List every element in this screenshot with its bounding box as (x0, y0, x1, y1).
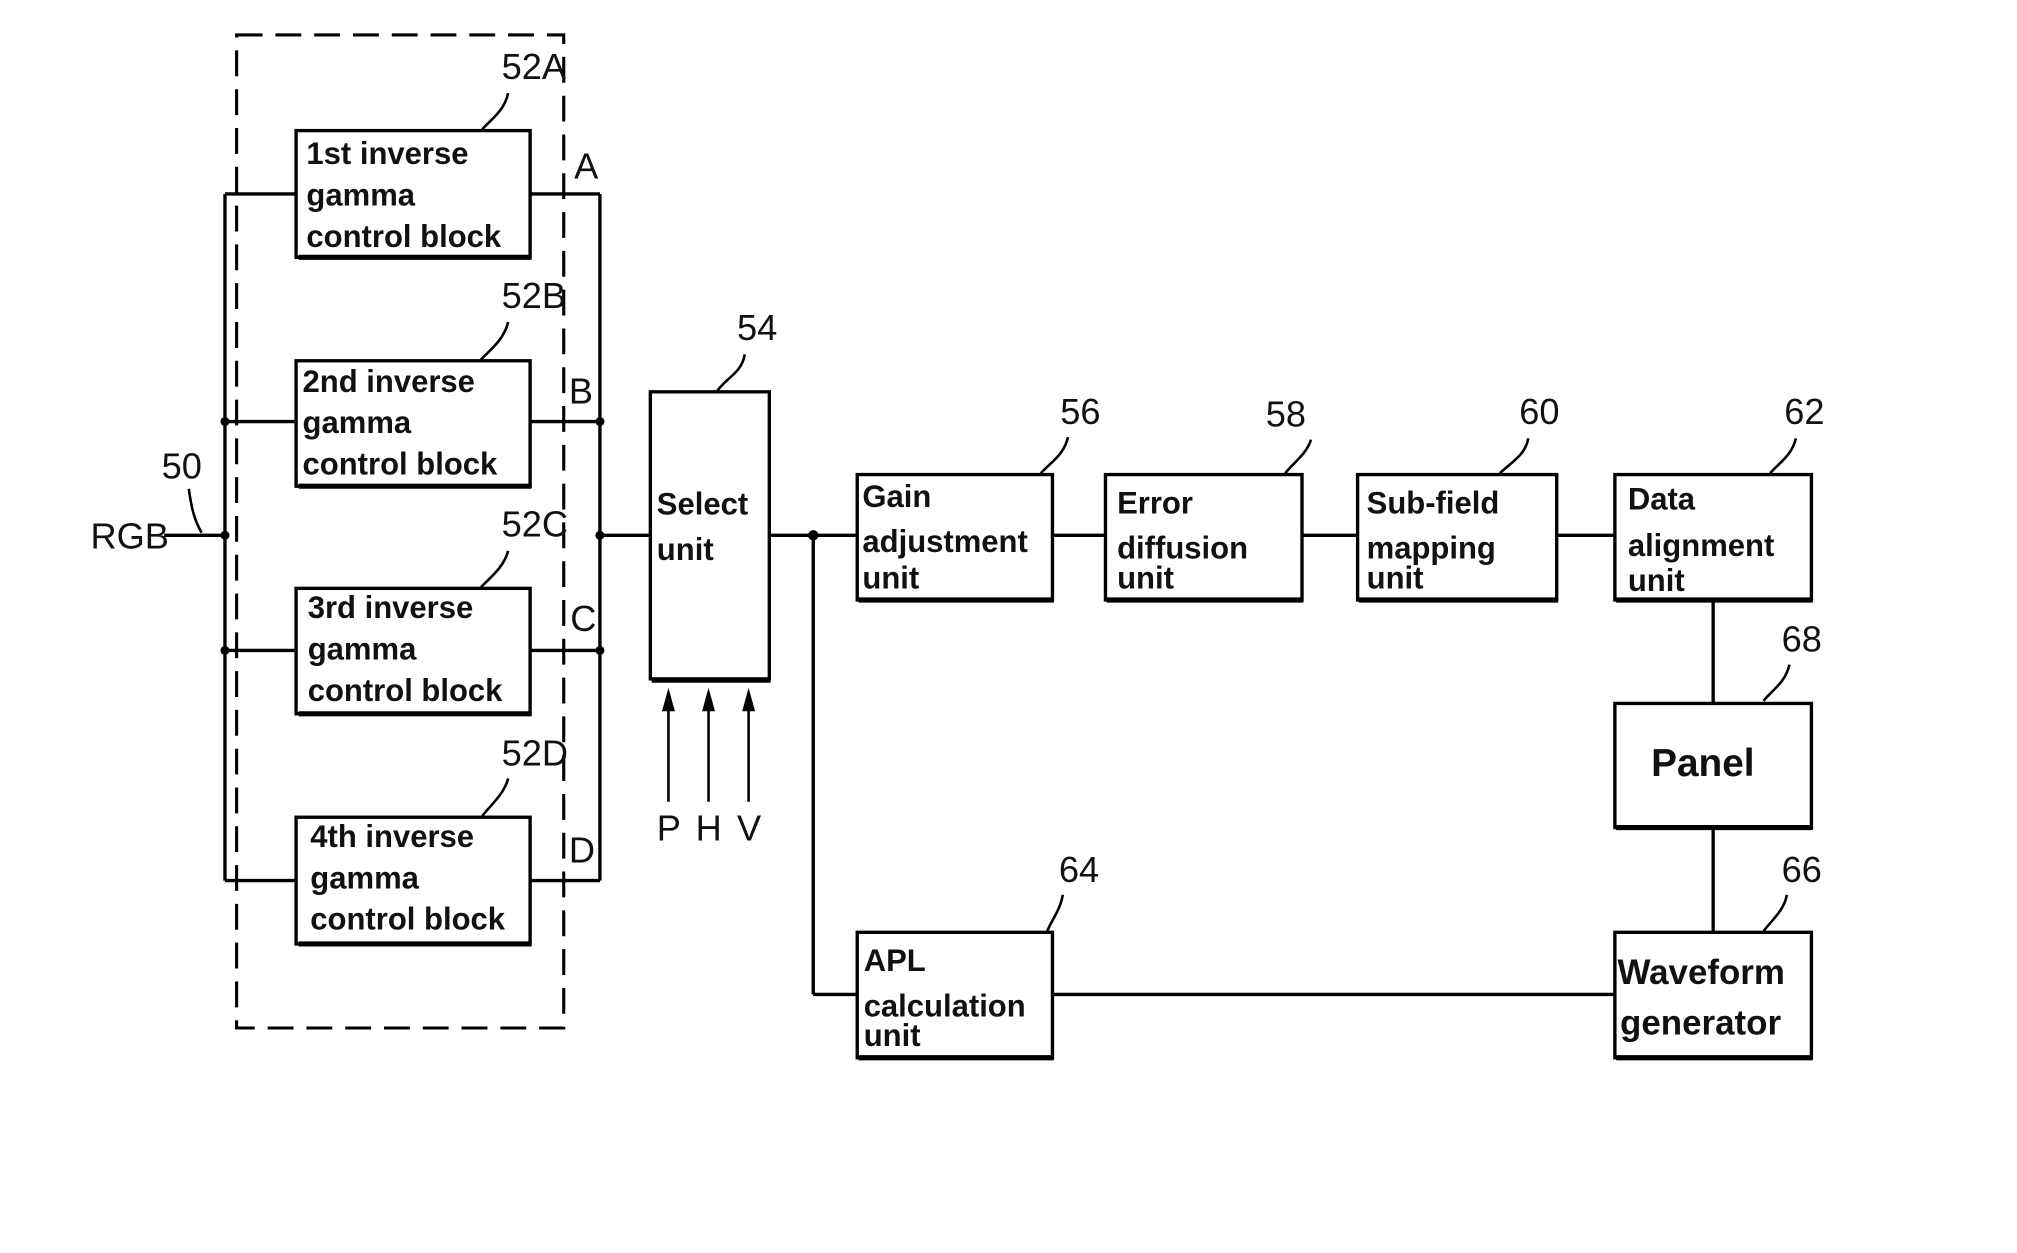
block-label-line-1: 3rd inverse (308, 590, 474, 625)
block-label-line-2: gamma (306, 178, 415, 213)
data-alignment-unit: Data alignment unit 62 (1613, 391, 1825, 603)
block-label-line-1: Select (657, 487, 748, 522)
ref-50: 50 (162, 445, 202, 486)
panel-label: Panel (1651, 742, 1754, 785)
rgb-input-label: RGB (91, 515, 169, 556)
block-label-line-2: unit (657, 532, 714, 567)
block-label-line-1: 1st inverse (306, 136, 468, 171)
block-label-line-3: control block (303, 447, 498, 482)
leader-line (1046, 894, 1065, 932)
block-label-line-1: APL (864, 943, 926, 978)
leader-line (1039, 436, 1070, 475)
select-unit: Select unit 54 P H V (648, 307, 777, 849)
block-label-line-3: unit (1628, 563, 1685, 598)
block-diagram: RGB 50 1st inverse gamma control block 5… (91, 33, 1825, 1061)
block-label-line-1: Error (1117, 485, 1193, 520)
ref-label: 68 (1782, 619, 1822, 660)
block-label-line-3: unit (1367, 560, 1424, 595)
block-label-line-2: alignment (1628, 528, 1774, 563)
ref-label: 58 (1266, 394, 1306, 435)
port-label: B (569, 370, 593, 411)
block-label-line-2: gamma (308, 631, 417, 666)
inverse-gamma-block-2: 2nd inverse gamma control block 52B B (224, 275, 600, 489)
block-label-line-1: Gain (862, 479, 931, 514)
ref-label: 54 (737, 307, 777, 348)
leader-line (481, 92, 510, 131)
waveform-generator: Waveform generator 66 (1613, 849, 1822, 1061)
port-label: C (570, 598, 596, 639)
ref-label: 52B (502, 275, 566, 316)
block-label-line-1: Waveform (1617, 953, 1784, 992)
error-diffusion-unit: Error diffusion unit 58 (1103, 394, 1313, 603)
subfield-mapping-unit: Sub-field mapping unit 60 (1355, 391, 1559, 603)
h-input-label: H (696, 808, 722, 849)
leader-line (1762, 664, 1791, 702)
port-label: D (569, 829, 595, 870)
leader-50 (187, 488, 203, 534)
leader-line (1498, 438, 1530, 475)
leader-line (480, 321, 510, 361)
inverse-gamma-block-4: 4th inverse gamma control block 52D D (224, 733, 600, 947)
ref-label: 64 (1059, 849, 1099, 890)
arrowhead-icon (661, 687, 675, 712)
block-label-line-2: gamma (310, 860, 419, 895)
junction-dot (220, 530, 230, 540)
ref-label: 60 (1519, 391, 1559, 432)
block-label-line-1: Sub-field (1367, 485, 1500, 520)
inverse-gamma-block-3: 3rd inverse gamma control block 52C C (224, 504, 600, 717)
block-label-line-3: unit (862, 560, 919, 595)
ref-label: 56 (1060, 391, 1100, 432)
leader-line (1769, 438, 1798, 475)
leader-line (1284, 439, 1313, 475)
block-label-line-3: unit (1117, 560, 1174, 595)
leader-line (716, 354, 747, 392)
ref-label: 66 (1782, 849, 1822, 890)
block-label-line-3: unit (864, 1018, 921, 1053)
apl-calculation-unit: APL calculation unit 64 (855, 849, 1099, 1061)
block-label-line-2: adjustment (862, 524, 1027, 559)
ref-label: 52A (502, 46, 567, 87)
ref-label: 52C (502, 504, 568, 545)
block-label-line-1: Data (1628, 481, 1696, 516)
block-label-line-2: gamma (303, 405, 412, 440)
v-input-label: V (737, 808, 761, 849)
port-label: A (574, 145, 599, 186)
arrowhead-icon (742, 687, 756, 712)
block-label-line-3: control block (306, 219, 501, 254)
inverse-gamma-block-1: 1st inverse gamma control block 52A A (224, 46, 600, 260)
leader-line (1762, 894, 1789, 932)
leader-line (480, 550, 510, 588)
gain-adjustment-unit: Gain adjustment unit 56 (855, 391, 1100, 603)
block-label-line-3: control block (310, 902, 505, 937)
ref-label: 52D (502, 733, 568, 774)
block-label-line-3: control block (308, 673, 503, 708)
arrowhead-icon (702, 687, 716, 712)
panel: Panel 68 (1613, 619, 1822, 831)
leader-line (481, 778, 510, 817)
block-label-line-1: 4th inverse (310, 819, 474, 854)
block-label-line-1: 2nd inverse (303, 364, 475, 399)
ref-label: 62 (1784, 391, 1824, 432)
p-input-label: P (657, 808, 681, 849)
block-label-line-2: generator (1620, 1003, 1781, 1042)
